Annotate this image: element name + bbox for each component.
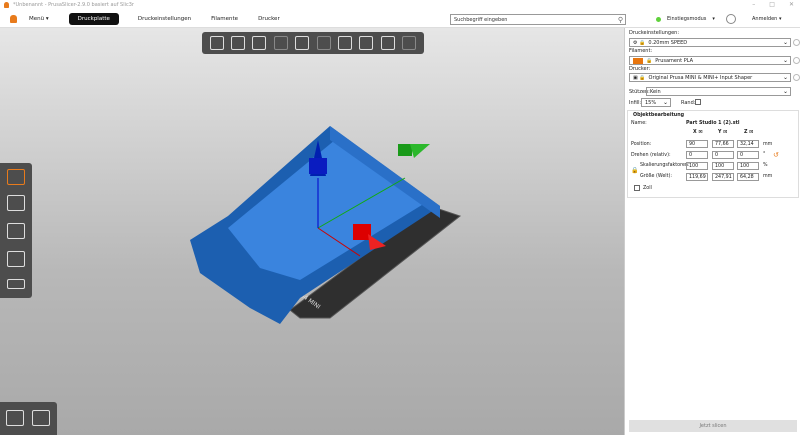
redo-icon[interactable] [402,36,417,50]
printer-label: Drucker: [629,66,651,72]
cut-icon[interactable] [7,279,25,289]
brim-label: Rand: [681,100,696,106]
rotate-x-input[interactable]: 0 [686,151,708,159]
gear-icon[interactable] [793,39,800,46]
scale-icon[interactable] [7,195,25,211]
position-unit: mm [763,142,773,147]
inch-checkbox[interactable] [634,185,640,191]
z-axis-label: Z ⊡ [744,130,754,135]
y-arrow-handle [410,144,430,158]
size-x-input[interactable]: 119,69 [686,173,708,181]
size-y-input[interactable]: 247,91 [712,173,734,181]
x-axis-label: X ⊡ [693,130,703,135]
section-title: Objektbearbeitung [633,113,685,118]
filament-label: Filament: [629,48,653,54]
position-y-input[interactable]: 77,66 [712,140,734,148]
delete-icon[interactable] [252,36,267,50]
search-input[interactable]: Suchbegriff eingeben ⚲ [450,14,626,25]
print-settings-label: Druckeinstellungen: [629,30,680,36]
position-x-input[interactable]: 90 [686,140,708,148]
view-toolbar [0,402,57,435]
paste-icon[interactable] [338,36,353,50]
rotate-unit: ° [763,152,766,157]
reset-rotation-icon[interactable]: ↺ [773,151,779,159]
scale-y-input[interactable]: 100 [712,162,734,170]
maximize-button[interactable]: □ [769,1,775,8]
size-z-input[interactable]: 64,28 [737,173,759,181]
login-button[interactable]: Anmelden ▾ [752,16,781,22]
infill-label: Infill: [629,100,642,106]
close-button[interactable]: ✕ [789,1,794,8]
sidebar: Druckeinstellungen: ⚙ 🔒 0.20mm SPEED ⌄ Fil… [624,28,800,435]
printer-select[interactable]: ▣ 🔒 Original Prusa MINI & MINI+ Input Sha… [629,73,791,82]
tab-filaments[interactable]: Filamente [202,13,247,25]
tab-plater[interactable]: Druckplatte [68,12,119,25]
size-unit: mm [763,174,773,179]
copy-icon[interactable] [316,36,331,50]
mode-selector[interactable]: Einstiegsmodus ▾ [656,16,715,22]
filament-color-swatch[interactable] [633,57,643,64]
move-icon[interactable] [7,169,25,185]
tab-printers[interactable]: Drucker [249,13,289,25]
top-toolbar [202,32,424,54]
filament-select[interactable]: 🔒 Prusament PLA ⌄ [629,56,791,65]
scale-x-input[interactable]: 100 [686,162,708,170]
inch-label: Zoll [643,186,652,191]
layers-icon[interactable] [359,36,374,50]
user-avatar-icon[interactable] [726,14,736,24]
size-label: Größe (Welt): [640,174,673,179]
position-label: Position: [631,142,652,147]
gear-icon[interactable] [793,74,800,81]
title-bar: *Unbenannt - PrusaSlicer-2.9.0 basiert a… [0,0,800,10]
place-on-face-icon[interactable] [7,251,25,267]
tab-print-settings[interactable]: Druckeinstellungen [129,13,200,25]
y-axis-label: Y ⊡ [718,130,728,135]
rotate-icon[interactable] [7,223,25,239]
gear-icon[interactable] [793,57,800,64]
rotate-z-input[interactable]: 0 [737,151,759,159]
delete-all-icon[interactable] [273,36,288,50]
scale-unit: % [763,163,768,168]
arrange-icon[interactable] [295,36,310,50]
rotate-y-input[interactable]: 0 [712,151,734,159]
scene[interactable]: S4 MINI [0,28,624,435]
add-instance-icon[interactable] [231,36,246,50]
slice-now-button[interactable]: Jetzt slicen [629,420,797,432]
scale-z-input[interactable]: 100 [737,162,759,170]
undo-icon[interactable] [380,36,395,50]
object-name: Part Studio 1 (2).stl [686,121,740,126]
3d-viewport[interactable]: S4 MINI [0,28,624,435]
supports-select[interactable]: Kein ⌄ [646,87,791,96]
y-cube-handle [398,144,412,156]
menu-button[interactable]: Menü ▾ [29,16,49,22]
position-z-input[interactable]: 32,14 [737,140,759,148]
print-settings-select[interactable]: ⚙ 🔒 0.20mm SPEED ⌄ [629,38,791,47]
lock-icon[interactable]: 🔒 [631,167,638,174]
object-manipulation-section: Objektbearbeitung Name: Part Studio 1 (2… [627,110,799,198]
prusa-logo-icon [10,14,17,23]
mode-indicator-icon [656,16,661,22]
brim-checkbox[interactable] [695,99,701,105]
minimize-button[interactable]: – [752,1,755,8]
3d-view-icon[interactable] [6,410,24,426]
app-logo-icon [4,2,9,8]
rotate-label: Drehen (relativ): [631,153,671,158]
add-object-icon[interactable] [209,36,224,50]
left-toolbar [0,163,32,298]
window-title: *Unbenannt - PrusaSlicer-2.9.0 basiert a… [13,2,134,8]
scale-label: Skalierungsfaktoren: [640,163,690,168]
z-cube-handle [309,158,327,174]
infill-select[interactable]: 15% ⌄ [641,98,671,107]
x-cube-handle [353,224,371,240]
search-icon: ⚲ [617,16,623,24]
preview-icon[interactable] [32,410,50,426]
name-label: Name: [631,121,647,126]
